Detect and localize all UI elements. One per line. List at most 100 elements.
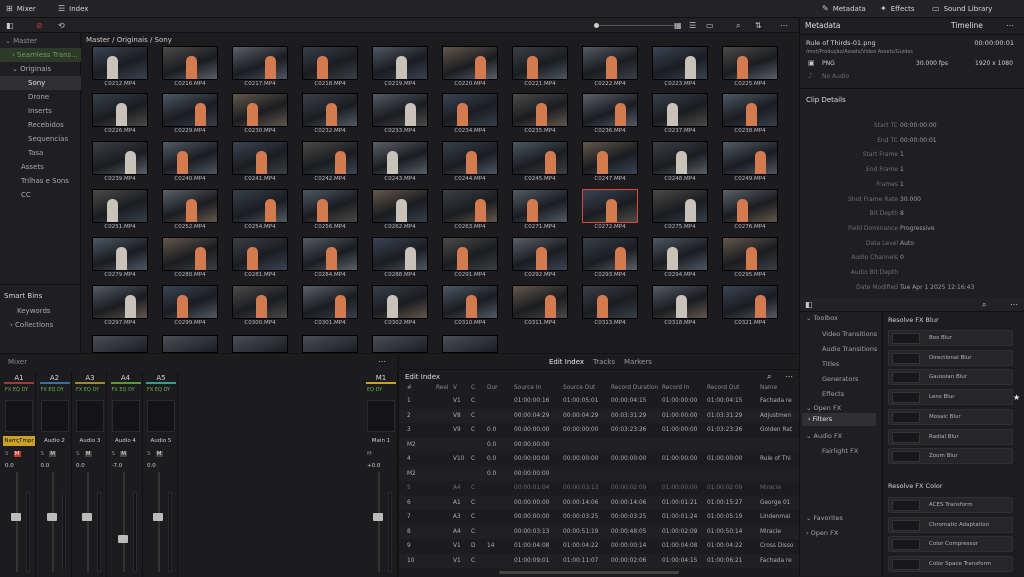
fx-item[interactable]: Lens Blur bbox=[888, 389, 1013, 406]
clip-item[interactable]: C0321.MP4 bbox=[722, 285, 778, 329]
clip-thumbnail[interactable] bbox=[722, 141, 778, 175]
clip-item[interactable]: C0291.MP4 bbox=[442, 237, 498, 281]
clip-item[interactable]: C0311.MP4 bbox=[512, 285, 568, 329]
clip-item[interactable]: C0294.MP4 bbox=[652, 237, 708, 281]
column-header[interactable]: # bbox=[407, 385, 412, 391]
fx-item[interactable]: Chromatic Adaptation bbox=[888, 516, 1013, 533]
clip-thumbnail[interactable] bbox=[582, 141, 638, 175]
bin-cc[interactable]: CC bbox=[0, 188, 81, 202]
clip-item[interactable]: C0244.MP4 bbox=[442, 141, 498, 185]
clip-item[interactable]: C0226.MP4 bbox=[92, 93, 148, 137]
table-row[interactable]: 1 V1 C 01:00:00:16 01:00:05:01 00:00:04:15 01:… bbox=[399, 394, 799, 409]
clip-thumbnail[interactable] bbox=[232, 189, 288, 223]
column-header[interactable]: C bbox=[471, 385, 475, 391]
clip-item[interactable]: C0216.MP4 bbox=[162, 46, 218, 90]
timeline-dropdown[interactable]: Timeline bbox=[951, 21, 983, 30]
clip-thumbnail[interactable] bbox=[372, 93, 428, 127]
clip-thumbnail[interactable] bbox=[302, 141, 358, 175]
fader-knob[interactable] bbox=[373, 513, 383, 521]
solo-mute-buttons[interactable]: S M bbox=[112, 451, 127, 457]
clip-thumbnail[interactable] bbox=[582, 285, 638, 319]
clip-item[interactable]: C0297.MP4 bbox=[92, 285, 148, 329]
clip-thumbnail[interactable] bbox=[302, 335, 358, 353]
clip-thumbnail[interactable] bbox=[232, 335, 288, 353]
search-icon[interactable]: ⌕ bbox=[982, 300, 986, 310]
clip-item[interactable]: C0295.MP4 bbox=[722, 237, 778, 281]
clip-thumbnail[interactable] bbox=[302, 285, 358, 319]
clip-thumbnail[interactable] bbox=[442, 46, 498, 80]
clip-thumbnail[interactable] bbox=[372, 335, 428, 353]
clip-item[interactable]: C0222.MP4 bbox=[582, 46, 638, 90]
fader-knob[interactable] bbox=[11, 513, 21, 521]
fx-tree-item[interactable]: Audio Transitions bbox=[822, 345, 877, 353]
clip-item[interactable]: C0232.MP4 bbox=[302, 93, 358, 137]
clip-thumbnail[interactable] bbox=[372, 189, 428, 223]
table-row[interactable]: 2 V8 C 00:00:04:29 00:00:04:29 00:03:31:29 01:… bbox=[399, 408, 799, 423]
clip-thumbnail[interactable] bbox=[442, 189, 498, 223]
clip-item[interactable]: C0318.MP4 bbox=[652, 285, 708, 329]
fader-track[interactable] bbox=[378, 472, 380, 572]
clip-item[interactable]: C0292.MP4 bbox=[512, 237, 568, 281]
clip-item[interactable]: C0288.MP4 bbox=[372, 237, 428, 281]
clip-thumbnail[interactable] bbox=[232, 237, 288, 271]
sound-library-toggle[interactable]: ▭ Sound Library bbox=[932, 4, 992, 13]
fx-eq-dy-buttons[interactable]: FX EQ DY bbox=[5, 387, 28, 393]
smart-bin-collections[interactable]: › Collections bbox=[0, 318, 81, 332]
clip-thumbnail[interactable] bbox=[652, 237, 708, 271]
column-header[interactable]: V bbox=[453, 385, 457, 391]
bin-recebidos[interactable]: Recebidos bbox=[0, 118, 81, 132]
clip-item[interactable]: C0245.MP4 bbox=[512, 141, 568, 185]
more-options-icon[interactable]: ⋯ bbox=[1006, 21, 1014, 30]
column-header[interactable]: Source In bbox=[514, 385, 541, 391]
clip-item[interactable]: C0223.MP4 bbox=[652, 46, 708, 90]
grid-view-icon[interactable]: ▦ bbox=[674, 21, 682, 30]
sort-icon[interactable]: ⇅ bbox=[755, 21, 762, 30]
clip-item[interactable]: C0302.MP4 bbox=[372, 285, 428, 329]
clip-thumbnail[interactable] bbox=[92, 189, 148, 223]
solo-mute-buttons[interactable]: S M bbox=[76, 451, 92, 457]
column-header[interactable]: Dur bbox=[487, 385, 498, 391]
fx-tree-item[interactable]: › Open FX bbox=[806, 529, 838, 537]
solo-mute-buttons[interactable]: S M bbox=[41, 451, 56, 457]
clip-item[interactable]: C0230.MP4 bbox=[232, 93, 288, 137]
clip-item[interactable]: C0281.MP4 bbox=[232, 237, 288, 281]
column-header[interactable]: Record Out bbox=[707, 385, 739, 391]
table-row[interactable]: 9 V1 D 14 01:00:04:08 01:00:04:22 00:00:00:14 0… bbox=[399, 539, 799, 554]
clip-item[interactable]: C0251.MP4 bbox=[92, 189, 148, 233]
fx-eq-dy-buttons[interactable]: EQ DY bbox=[367, 387, 382, 393]
clip-thumbnail[interactable] bbox=[372, 237, 428, 271]
bin-tasa[interactable]: Tasa bbox=[0, 146, 81, 160]
clip-item[interactable]: C0272.MP4 bbox=[582, 189, 638, 233]
fx-eq-dy-buttons[interactable]: FX EQ DY bbox=[41, 387, 64, 393]
table-row[interactable]: 4 V10 C 0.0 00:00:00:00 00:00:00:00 00:00:00:0… bbox=[399, 452, 799, 467]
smart-bin-keywords[interactable]: Keywords bbox=[0, 304, 81, 318]
clip-thumbnail[interactable] bbox=[512, 141, 568, 175]
clip-thumbnail[interactable] bbox=[582, 189, 638, 223]
clip-item[interactable]: C0242.MP4 bbox=[302, 141, 358, 185]
fx-tree-item[interactable]: ⌄ Toolbox bbox=[806, 314, 838, 322]
solo-mute-buttons[interactable]: S M bbox=[147, 451, 163, 457]
fx-item[interactable]: Box Blur bbox=[888, 330, 1013, 346]
slider-knob[interactable] bbox=[594, 23, 599, 28]
clip-item[interactable]: C0234.MP4 bbox=[442, 93, 498, 137]
clip-thumbnail[interactable] bbox=[372, 46, 428, 80]
clip-item[interactable]: C0239.MP4 bbox=[92, 141, 148, 185]
clip-item[interactable]: C0212.MP4 bbox=[92, 46, 148, 90]
clip-thumbnail[interactable] bbox=[512, 237, 568, 271]
clip-item[interactable]: C0237.MP4 bbox=[652, 93, 708, 137]
solo-mute-buttons[interactable]: M bbox=[367, 451, 372, 457]
clip-thumbnail[interactable] bbox=[372, 141, 428, 175]
clip-thumbnail[interactable] bbox=[652, 141, 708, 175]
clip-item[interactable]: C0263.MP4 bbox=[442, 189, 498, 233]
tab-markers[interactable]: Markers bbox=[624, 358, 652, 366]
clip-thumbnail[interactable] bbox=[92, 46, 148, 80]
clip-thumbnail[interactable] bbox=[162, 237, 218, 271]
clip-item[interactable]: C0301.MP4 bbox=[302, 285, 358, 329]
clip-thumbnail[interactable] bbox=[722, 46, 778, 80]
clip-item[interactable]: C0218.MP4 bbox=[302, 46, 358, 90]
column-header[interactable]: Name bbox=[760, 385, 777, 391]
horizontal-scrollbar[interactable] bbox=[499, 571, 679, 574]
table-row[interactable]: 10 V1 C 01:00:09:01 01:00:11:07 00:00:02:06 01… bbox=[399, 553, 799, 568]
table-row[interactable]: 8 A4 C 00:00:03:13 00:00:51:19 00:00:48:05 01:… bbox=[399, 524, 799, 539]
clip-thumbnail[interactable] bbox=[92, 335, 148, 353]
